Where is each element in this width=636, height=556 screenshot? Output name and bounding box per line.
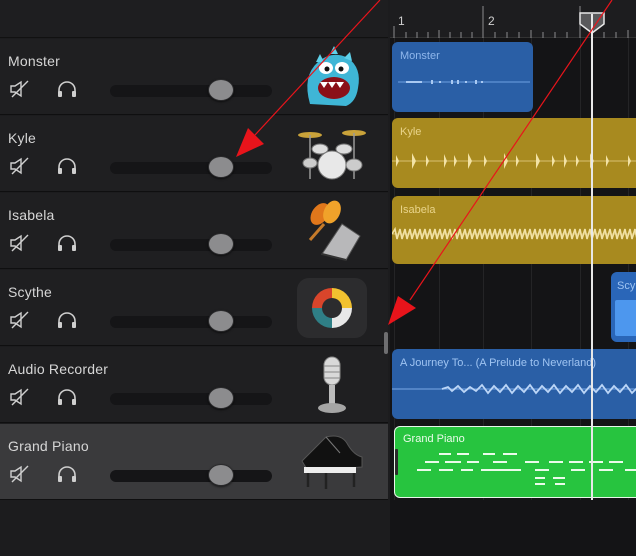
playhead[interactable] (591, 14, 593, 500)
track-name: Isabela (8, 207, 55, 223)
waveform (398, 80, 530, 84)
track-header-kyle[interactable]: Kyle (0, 116, 388, 192)
volume-slider-knob[interactable] (208, 464, 234, 486)
region-label: Monster (400, 50, 440, 62)
volume-slider-knob[interactable] (208, 79, 234, 101)
mute-icon[interactable] (9, 79, 31, 99)
grand-piano-icon[interactable] (296, 431, 368, 493)
region-isabela[interactable]: Isabela (392, 196, 636, 264)
waveform (392, 226, 636, 240)
timeline-area[interactable]: 1 2 3 Monster Kyle Isabela Sc (390, 0, 636, 556)
volume-slider-knob[interactable] (208, 310, 234, 332)
volume-slider-track[interactable] (110, 316, 272, 328)
region-kyle[interactable]: Kyle (392, 118, 636, 188)
headphones-icon[interactable] (56, 310, 78, 330)
track-header-grand-piano[interactable]: Grand Piano (0, 424, 388, 500)
headphones-icon[interactable] (56, 233, 78, 253)
maracas-cowbell-icon[interactable] (296, 200, 368, 262)
track-name: Audio Recorder (8, 361, 109, 377)
headphones-icon[interactable] (56, 156, 78, 176)
color-wheel-icon[interactable] (296, 277, 368, 339)
volume-slider-knob[interactable] (208, 156, 234, 178)
volume-slider-track[interactable] (110, 470, 272, 482)
region-label: Isabela (400, 204, 436, 216)
track-header-audio-recorder[interactable]: Audio Recorder (0, 347, 388, 423)
region-grand-piano[interactable]: Grand Piano (394, 426, 636, 498)
headphones-icon[interactable] (56, 79, 78, 99)
volume-slider-track[interactable] (110, 393, 272, 405)
region-monster[interactable]: Monster (392, 42, 533, 112)
region-label: Kyle (400, 126, 422, 138)
microphone-icon[interactable] (296, 354, 368, 416)
track-header-scythe[interactable]: Scythe (0, 270, 388, 346)
volume-slider-track[interactable] (110, 239, 272, 251)
track-header-monster[interactable]: Monster (0, 39, 388, 115)
volume-slider-track[interactable] (110, 162, 272, 174)
region-pattern-block (615, 300, 636, 336)
volume-slider-knob[interactable] (208, 387, 234, 409)
bar-number: 1 (398, 14, 405, 28)
headphones-icon[interactable] (56, 464, 78, 484)
region-label: Scy (617, 280, 636, 292)
track-name: Kyle (8, 130, 37, 146)
volume-slider-knob[interactable] (208, 233, 234, 255)
mute-icon[interactable] (9, 387, 31, 407)
waveform (392, 383, 636, 395)
track-header-isabela[interactable]: Isabela (0, 193, 388, 269)
waveform (392, 153, 636, 169)
track-name: Monster (8, 53, 60, 69)
region-audio-recorder[interactable]: A Journey To... (A Prelude to Neverland) (392, 349, 636, 419)
mute-icon[interactable] (9, 310, 31, 330)
panel-resize-handle[interactable] (384, 332, 388, 354)
track-headers-top-bar (0, 0, 388, 38)
mute-icon[interactable] (9, 156, 31, 176)
headphones-icon[interactable] (56, 387, 78, 407)
mute-icon[interactable] (9, 233, 31, 253)
mute-icon[interactable] (9, 464, 31, 484)
region-scythe[interactable]: Scy (611, 272, 636, 342)
track-headers: Monster Kyle Isabela Scythe Audio Record… (0, 0, 388, 556)
monster-icon[interactable] (296, 46, 368, 108)
midi-notes (417, 453, 636, 485)
region-label: Grand Piano (403, 433, 465, 445)
volume-slider-track[interactable] (110, 85, 272, 97)
region-label: A Journey To... (A Prelude to Neverland) (400, 357, 597, 369)
bar-number: 2 (488, 14, 495, 28)
track-name: Grand Piano (8, 438, 89, 454)
track-name: Scythe (8, 284, 52, 300)
drum-kit-icon[interactable] (296, 123, 368, 185)
